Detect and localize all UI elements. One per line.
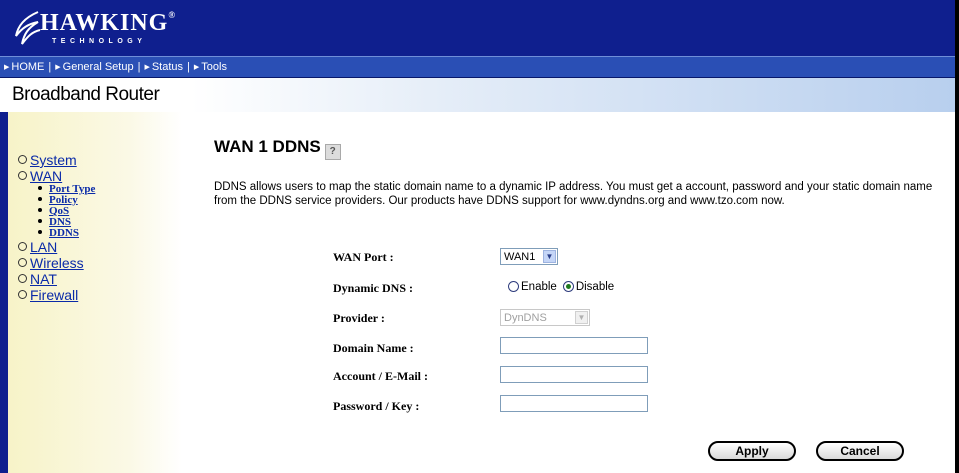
circle-bullet-icon bbox=[18, 290, 27, 299]
nav-status[interactable]: ▶ Status bbox=[144, 57, 183, 78]
nav-general-setup[interactable]: ▶ General Setup bbox=[55, 57, 133, 78]
sidebar-link-firewall[interactable]: Firewall bbox=[30, 287, 78, 303]
sidebar-item-wan: WAN bbox=[18, 168, 95, 184]
disable-radio[interactable] bbox=[562, 281, 574, 292]
chevron-down-icon: ▼ bbox=[575, 311, 588, 324]
password-key-label: Password / Key : bbox=[333, 399, 420, 413]
page-description: DDNS allows users to map the static doma… bbox=[214, 181, 933, 207]
triangle-right-icon: ▶ bbox=[55, 64, 61, 71]
dot-bullet-icon bbox=[38, 208, 42, 212]
triangle-right-icon: ▶ bbox=[193, 64, 200, 71]
sidebar-item-nat: NAT bbox=[18, 271, 95, 287]
circle-bullet-icon bbox=[18, 258, 27, 267]
password-key-input[interactable] bbox=[500, 395, 648, 412]
header-bar: HAWKING® TECHNOLOGY bbox=[0, 0, 955, 56]
product-title: Broadband Router bbox=[12, 84, 160, 105]
submenu-link-ddns[interactable]: DDNS bbox=[49, 227, 79, 239]
dot-bullet-icon bbox=[38, 230, 42, 234]
account-email-label: Account / E-Mail : bbox=[333, 369, 428, 383]
sidebar: System WAN Port Type Policy QoS DNS DDNS… bbox=[8, 112, 182, 473]
disable-radio-label: Disable bbox=[575, 281, 615, 293]
circle-bullet-icon bbox=[18, 274, 27, 283]
sidebar-item-firewall: Firewall bbox=[18, 287, 95, 303]
circle-bullet-icon bbox=[18, 155, 27, 164]
wan-submenu: Port Type Policy QoS DNS DDNS bbox=[38, 184, 95, 239]
nav-separator: | bbox=[48, 61, 52, 73]
dynamic-dns-label: Dynamic DNS : bbox=[333, 281, 413, 295]
triangle-right-icon: ▶ bbox=[144, 64, 150, 71]
provider-value: DynDNS bbox=[504, 312, 547, 324]
cancel-button[interactable]: Cancel bbox=[816, 441, 904, 461]
circle-bullet-icon bbox=[18, 242, 27, 251]
hawking-logo: HAWKING® TECHNOLOGY bbox=[14, 6, 175, 50]
wan-port-value: WAN1 bbox=[504, 251, 536, 263]
domain-name-input[interactable] bbox=[500, 337, 648, 354]
triangle-right-icon: ▶ bbox=[4, 64, 10, 71]
page-title-text: WAN 1 DDNS bbox=[214, 137, 321, 156]
logo-text: HAWKING® bbox=[40, 10, 177, 36]
sidebar-link-nat[interactable]: NAT bbox=[30, 271, 57, 287]
right-frame-strip bbox=[955, 0, 959, 473]
logo-swoosh-icon bbox=[15, 11, 41, 45]
sidebar-link-wireless[interactable]: Wireless bbox=[30, 255, 84, 271]
circle-bullet-icon bbox=[18, 171, 27, 180]
help-icon[interactable]: ? bbox=[324, 144, 341, 160]
sidebar-link-system[interactable]: System bbox=[30, 152, 77, 168]
account-email-input[interactable] bbox=[500, 366, 648, 383]
sidebar-item-lan: LAN bbox=[18, 239, 95, 255]
domain-name-label: Domain Name : bbox=[333, 341, 414, 355]
wan-port-label: WAN Port : bbox=[333, 250, 394, 264]
apply-button[interactable]: Apply bbox=[708, 441, 796, 461]
nav-tools[interactable]: ▶ Tools bbox=[194, 57, 227, 78]
chevron-down-icon: ▼ bbox=[543, 250, 556, 263]
nav-separator: | bbox=[187, 61, 190, 73]
nav-separator: | bbox=[137, 61, 141, 73]
sidebar-menu: System WAN Port Type Policy QoS DNS DDNS… bbox=[18, 152, 95, 303]
dynamic-dns-radio-group: Enable Disable bbox=[508, 281, 620, 293]
enable-radio[interactable] bbox=[508, 281, 519, 292]
left-frame-strip bbox=[0, 112, 8, 473]
wan-port-select[interactable]: WAN1 ▼ bbox=[500, 248, 558, 265]
enable-radio-label: Enable bbox=[521, 281, 557, 293]
page-title: WAN 1 DDNS? bbox=[214, 137, 341, 160]
sidebar-item-system: System bbox=[18, 152, 95, 168]
logo-subtext: TECHNOLOGY bbox=[52, 38, 147, 45]
sidebar-link-lan[interactable]: LAN bbox=[30, 239, 57, 255]
sidebar-link-wan[interactable]: WAN bbox=[30, 168, 62, 184]
dot-bullet-icon bbox=[38, 197, 42, 201]
nav-home[interactable]: ▶ HOME bbox=[4, 57, 44, 78]
submenu-item-ddns: DDNS bbox=[38, 228, 95, 239]
provider-label: Provider : bbox=[333, 311, 385, 325]
dot-bullet-icon bbox=[38, 219, 42, 223]
sidebar-item-wireless: Wireless bbox=[18, 255, 95, 271]
provider-select[interactable]: DynDNS ▼ bbox=[500, 309, 590, 326]
dot-bullet-icon bbox=[38, 186, 42, 190]
subheader-bar: Broadband Router bbox=[0, 78, 955, 112]
top-nav: ▶ HOME | ▶ General Setup | ▶ Status | ▶ Tools bbox=[0, 56, 955, 78]
